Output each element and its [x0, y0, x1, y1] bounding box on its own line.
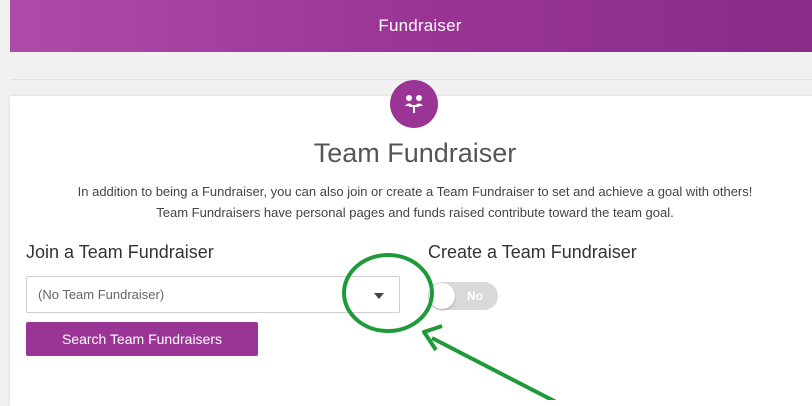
search-team-fundraisers-button[interactable]: Search Team Fundraisers [26, 322, 258, 356]
page-header-bar: Fundraiser [10, 0, 812, 52]
team-fundraiser-select[interactable]: (No Team Fundraiser) [26, 276, 400, 313]
description-line-2: Team Fundraisers have personal pages and… [156, 205, 674, 220]
select-value: (No Team Fundraiser) [38, 287, 165, 302]
team-people-icon [405, 95, 423, 113]
toggle-label: No [467, 289, 483, 303]
header-title: Fundraiser [378, 16, 462, 35]
create-team-heading: Create a Team Fundraiser [428, 242, 637, 262]
page-title: Team Fundraiser [313, 138, 517, 168]
toggle-knob [429, 283, 455, 309]
chevron-down-icon[interactable] [374, 293, 384, 299]
description-line-1: In addition to being a Fundraiser, you c… [77, 184, 753, 199]
page-description: In addition to being a Fundraiser, you c… [20, 181, 810, 223]
create-team-toggle[interactable]: No [428, 282, 498, 310]
team-badge [390, 80, 438, 128]
join-team-heading: Join a Team Fundraiser [26, 242, 214, 262]
